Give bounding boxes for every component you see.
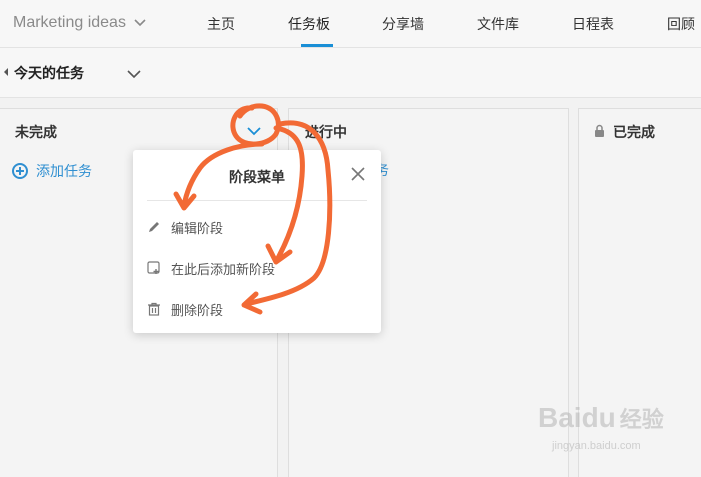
watermark-suffix: 经验: [619, 407, 664, 432]
add-task-label: 添加任务: [36, 163, 92, 179]
menu-item-edit-stage[interactable]: 编辑阶段: [147, 216, 223, 238]
stage-menu-popup: 阶段菜单 编辑阶段 在此后添加新阶段 删除阶段: [133, 150, 381, 333]
baidu-watermark: Baidu 经验: [538, 402, 664, 434]
menu-item-label: 编辑阶段: [171, 220, 224, 236]
menu-item-delete-stage[interactable]: 删除阶段: [147, 298, 223, 320]
tab-files[interactable]: 文件库: [477, 14, 519, 34]
watermark-brand: Baidu: [538, 402, 616, 433]
menu-item-label: 在此后添加新阶段: [171, 261, 276, 277]
popup-title: 阶段菜单: [229, 169, 285, 185]
chevron-down-icon: [134, 19, 146, 27]
tab-share-wall[interactable]: 分享墙: [382, 14, 424, 34]
board-subbar: [0, 48, 701, 98]
trash-icon: [147, 302, 161, 316]
popup-divider: [147, 200, 367, 201]
close-icon[interactable]: [351, 167, 365, 186]
project-switcher[interactable]: Marketing ideas: [13, 13, 146, 33]
stage-title: 未完成: [15, 124, 57, 140]
board-title: 今天的任务: [14, 65, 84, 81]
watermark-url: jingyan.baidu.com: [552, 440, 641, 452]
tab-schedule[interactable]: 日程表: [572, 14, 614, 34]
top-nav-bar: Marketing ideas 主页 任务板 分享墙 文件库 日程表 回顾: [0, 0, 701, 48]
active-tab-indicator: [301, 44, 333, 47]
tab-home[interactable]: 主页: [207, 14, 235, 34]
project-name: Marketing ideas: [13, 14, 126, 31]
menu-item-label: 删除阶段: [171, 302, 224, 318]
pencil-icon: [147, 220, 161, 234]
tab-taskboard[interactable]: 任务板: [288, 14, 330, 34]
board-menu-chevron-icon[interactable]: [127, 66, 141, 84]
stage-title: 进行中: [305, 124, 347, 140]
add-task-button[interactable]: 添加任务: [12, 161, 92, 181]
stage-menu-chevron-icon[interactable]: [247, 123, 261, 141]
collapse-arrow-icon[interactable]: [4, 68, 8, 76]
add-circle-icon: [12, 163, 28, 179]
lock-icon: [594, 124, 605, 142]
tab-review[interactable]: 回顾: [667, 14, 695, 34]
add-stage-icon: [147, 261, 161, 275]
menu-item-add-stage-after[interactable]: 在此后添加新阶段: [147, 257, 275, 279]
stage-title: 已完成: [613, 124, 655, 140]
